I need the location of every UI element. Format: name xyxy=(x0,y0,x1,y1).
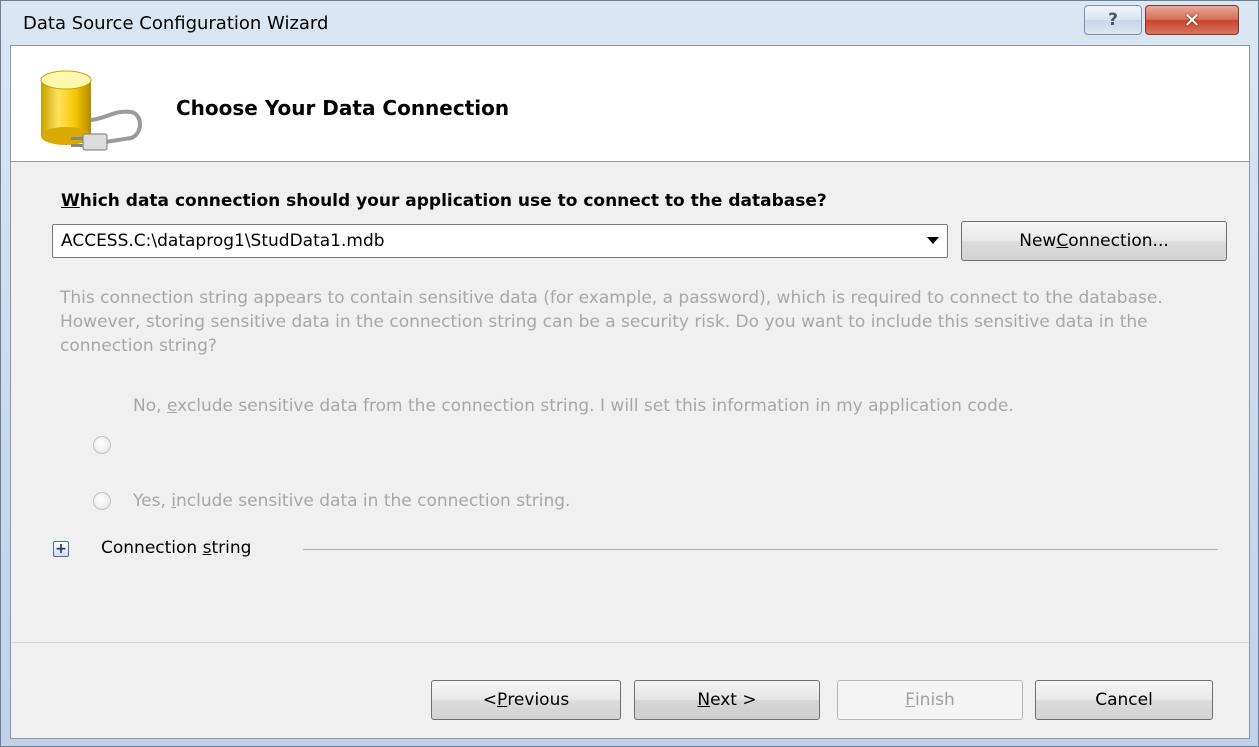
sensitive-data-description: This connection string appears to contai… xyxy=(60,288,1163,356)
connection-string-label-post: tring xyxy=(211,538,252,558)
question-accesskey: W xyxy=(61,191,80,211)
cancel-button[interactable]: Cancel xyxy=(1035,680,1213,720)
title-bar: Data Source Configuration Wizard ? ✕ xyxy=(1,1,1258,47)
connection-string-expander[interactable]: + Connection string xyxy=(53,536,1218,566)
exclude-label-pre: No, xyxy=(133,396,167,416)
close-icon: ✕ xyxy=(1183,8,1201,32)
connection-question-label: Which data connection should your applic… xyxy=(61,191,827,211)
new-connection-button[interactable]: New Connection... xyxy=(961,221,1227,261)
footer-divider xyxy=(11,642,1249,643)
include-label-post: nclude sensitive data in the connection … xyxy=(175,491,571,511)
previous-label-post: revious xyxy=(507,690,570,710)
connection-string-label-pre: Connection xyxy=(101,538,203,558)
help-icon: ? xyxy=(1108,10,1118,30)
previous-accesskey: P xyxy=(497,690,508,710)
next-accesskey: N xyxy=(697,690,711,710)
expand-plus-icon[interactable]: + xyxy=(53,541,69,557)
include-sensitive-radio[interactable] xyxy=(93,492,111,510)
previous-label-pre: < xyxy=(482,690,498,710)
window-title: Data Source Configuration Wizard xyxy=(23,13,329,34)
close-button[interactable]: ✕ xyxy=(1145,5,1239,35)
question-text: hich data connection should your applica… xyxy=(79,191,827,211)
finish-label-post: inish xyxy=(914,690,955,710)
exclude-sensitive-radio[interactable] xyxy=(93,436,111,454)
new-connection-label-post: onnection... xyxy=(1068,231,1169,251)
wizard-header: Choose Your Data Connection xyxy=(11,46,1249,162)
previous-button[interactable]: < Previous xyxy=(431,680,621,720)
exclude-sensitive-label: No, exclude sensitive data from the conn… xyxy=(133,394,1213,418)
include-sensitive-label: Yes, include sensitive data in the conne… xyxy=(133,489,1213,513)
finish-button[interactable]: Finish xyxy=(837,680,1023,720)
new-connection-label-pre: New xyxy=(1019,231,1057,251)
wizard-body: Choose Your Data Connection Which data c… xyxy=(10,45,1250,739)
chevron-down-icon[interactable] xyxy=(927,237,939,244)
connection-select-value: ACCESS.C:\dataprog1\StudData1.mdb xyxy=(61,231,385,251)
connection-string-label: Connection string xyxy=(101,538,251,558)
next-button[interactable]: Next > xyxy=(634,680,820,720)
help-button[interactable]: ? xyxy=(1084,5,1142,35)
connection-select[interactable]: ACCESS.C:\dataprog1\StudData1.mdb xyxy=(52,224,948,258)
include-label-pre: Yes, xyxy=(133,491,172,511)
expander-divider xyxy=(303,549,1218,550)
exclude-accesskey: e xyxy=(166,396,178,416)
page-title: Choose Your Data Connection xyxy=(176,96,510,120)
database-plug-icon xyxy=(40,70,142,151)
new-connection-accesskey: C xyxy=(1056,231,1069,251)
next-label-post: ext > xyxy=(710,690,757,710)
exclude-label-post: xclude sensitive data from the connectio… xyxy=(177,396,1014,416)
finish-accesskey: F xyxy=(905,690,915,710)
wizard-window: Data Source Configuration Wizard ? ✕ Cho… xyxy=(0,0,1259,747)
